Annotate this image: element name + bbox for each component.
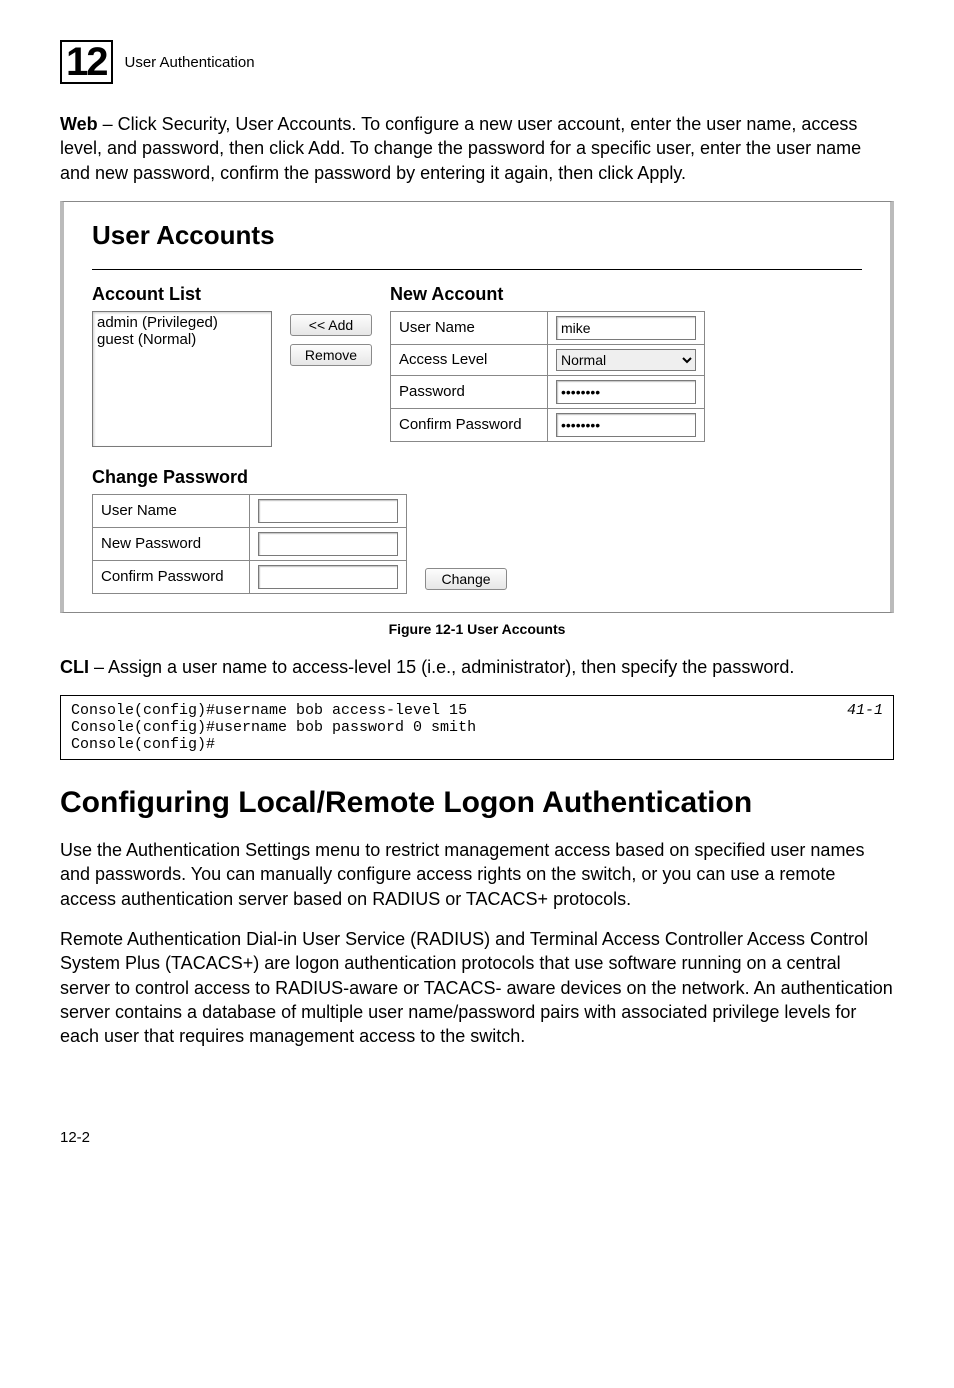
page-number: 12-2 xyxy=(60,1129,894,1146)
new-account-heading: New Account xyxy=(390,284,705,305)
password-input[interactable] xyxy=(556,380,696,404)
intro-lead: Web xyxy=(60,114,98,134)
cp-user-name-label: User Name xyxy=(93,494,250,527)
cp-confirm-password-input[interactable] xyxy=(258,565,398,589)
divider xyxy=(92,269,862,270)
figure-caption: Figure 12-1 User Accounts xyxy=(60,621,894,637)
cli-text: – Assign a user name to access-level 15 … xyxy=(89,657,794,677)
remove-button[interactable]: Remove xyxy=(290,344,372,366)
cp-new-password-input[interactable] xyxy=(258,532,398,556)
user-accounts-panel: User Accounts Account List admin (Privil… xyxy=(60,201,894,613)
chapter-number: 12 xyxy=(60,40,113,84)
intro-text: – Click Security, User Accounts. To conf… xyxy=(60,114,861,183)
cp-confirm-password-label: Confirm Password xyxy=(93,560,250,593)
body-paragraph-2: Remote Authentication Dial-in User Servi… xyxy=(60,927,894,1048)
chapter-title: User Authentication xyxy=(125,54,255,71)
change-password-section: Change Password User Name New Password C… xyxy=(92,467,862,594)
user-name-label: User Name xyxy=(391,311,548,344)
cli-lead: CLI xyxy=(60,657,89,677)
intro-paragraph: Web – Click Security, User Accounts. To … xyxy=(60,112,894,185)
cli-paragraph: CLI – Assign a user name to access-level… xyxy=(60,655,894,679)
user-name-input[interactable] xyxy=(556,316,696,340)
list-item[interactable]: guest (Normal) xyxy=(97,331,267,348)
code-block: Console(config)#username bob access-leve… xyxy=(60,695,894,760)
account-list-heading: Account List xyxy=(92,284,272,305)
code-ref: 41-1 xyxy=(847,702,883,753)
code-lines: Console(config)#username bob access-leve… xyxy=(71,702,476,753)
access-level-select[interactable]: Normal xyxy=(556,349,696,371)
account-list-column: Account List admin (Privileged) guest (N… xyxy=(92,284,272,447)
panel-title: User Accounts xyxy=(92,220,862,251)
confirm-password-label: Confirm Password xyxy=(391,408,548,441)
list-buttons-column: << Add Remove xyxy=(290,314,372,366)
body-paragraph-1: Use the Authentication Settings menu to … xyxy=(60,838,894,911)
add-button[interactable]: << Add xyxy=(290,314,372,336)
account-list-box[interactable]: admin (Privileged) guest (Normal) xyxy=(92,311,272,447)
confirm-password-input[interactable] xyxy=(556,413,696,437)
cp-user-name-input[interactable] xyxy=(258,499,398,523)
page-header: 12 User Authentication xyxy=(60,40,894,84)
new-account-column: New Account User Name Access Level Norma… xyxy=(390,284,705,442)
cp-new-password-label: New Password xyxy=(93,527,250,560)
section-heading: Configuring Local/Remote Logon Authentic… xyxy=(60,786,894,820)
change-password-table: User Name New Password Confirm Password xyxy=(92,494,407,594)
change-password-heading: Change Password xyxy=(92,467,862,488)
new-account-table: User Name Access Level Normal Password xyxy=(390,311,705,442)
change-button[interactable]: Change xyxy=(425,568,507,590)
password-label: Password xyxy=(391,375,548,408)
list-item[interactable]: admin (Privileged) xyxy=(97,314,267,331)
access-level-label: Access Level xyxy=(391,344,548,375)
